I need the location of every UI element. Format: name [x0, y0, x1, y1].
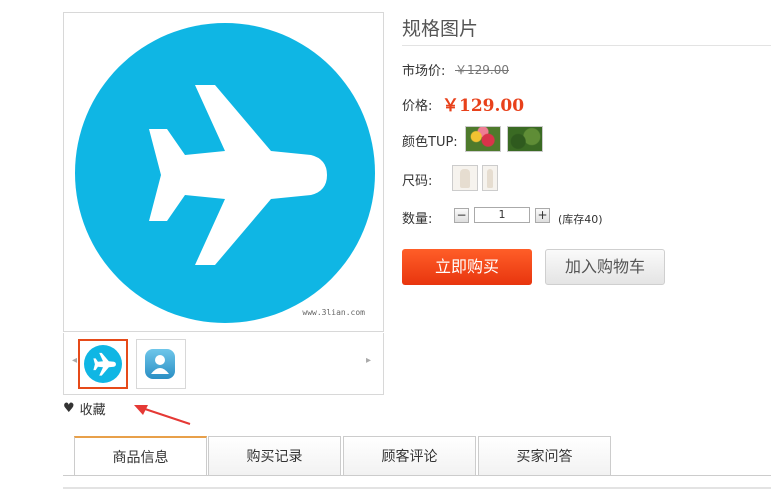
- buy-now-button[interactable]: 立即购买: [402, 249, 532, 285]
- tab-divider: [63, 475, 771, 476]
- quantity-plus-button[interactable]: +: [535, 208, 550, 223]
- quantity-input[interactable]: 1: [474, 207, 530, 223]
- market-price-label: 市场价:: [402, 64, 446, 79]
- size-option-2[interactable]: [482, 165, 498, 191]
- title-divider: [402, 45, 771, 46]
- heart-icon: ♥: [63, 401, 75, 416]
- thumbnail-strip: ◂ ▸: [63, 333, 384, 395]
- red-arrow-icon: [134, 405, 191, 425]
- quantity-minus-button[interactable]: −: [454, 208, 469, 223]
- price-label: 价格:: [402, 99, 433, 114]
- airplane-icon: [84, 345, 122, 383]
- size-option-1[interactable]: [452, 165, 478, 191]
- color-option-flowers[interactable]: [465, 126, 501, 152]
- thumb-next-arrow[interactable]: ▸: [366, 355, 371, 366]
- contact-icon: [145, 349, 175, 379]
- favorite-label: 收藏: [79, 403, 106, 418]
- thumbnail-contact[interactable]: [136, 339, 186, 389]
- product-title: 规格图片: [402, 18, 479, 40]
- tab-qa[interactable]: 买家问答: [478, 436, 611, 475]
- favorite-link[interactable]: ♥ 收藏: [63, 399, 106, 418]
- tab-reviews[interactable]: 顾客评论: [343, 436, 476, 475]
- quantity-label: 数量:: [402, 212, 433, 227]
- market-price-value: ￥129.00: [455, 63, 509, 77]
- color-label: 颜色TUP:: [402, 135, 458, 150]
- main-product-image: www.3lian.com: [63, 12, 384, 332]
- image-watermark: www.3lian.com: [302, 308, 365, 317]
- thumbnail-airplane[interactable]: [78, 339, 128, 389]
- add-to-cart-button[interactable]: 加入购物车: [545, 249, 665, 285]
- thumb-prev-arrow[interactable]: ◂: [72, 355, 77, 366]
- tab-purchase-history[interactable]: 购买记录: [208, 436, 341, 475]
- tab-product-info[interactable]: 商品信息: [74, 436, 207, 476]
- price-value: ￥129.00: [442, 96, 525, 116]
- airplane-icon: www.3lian.com: [75, 23, 375, 323]
- stock-count: (库存40): [558, 213, 603, 226]
- color-option-leaves[interactable]: [507, 126, 543, 152]
- size-label: 尺码:: [402, 174, 433, 189]
